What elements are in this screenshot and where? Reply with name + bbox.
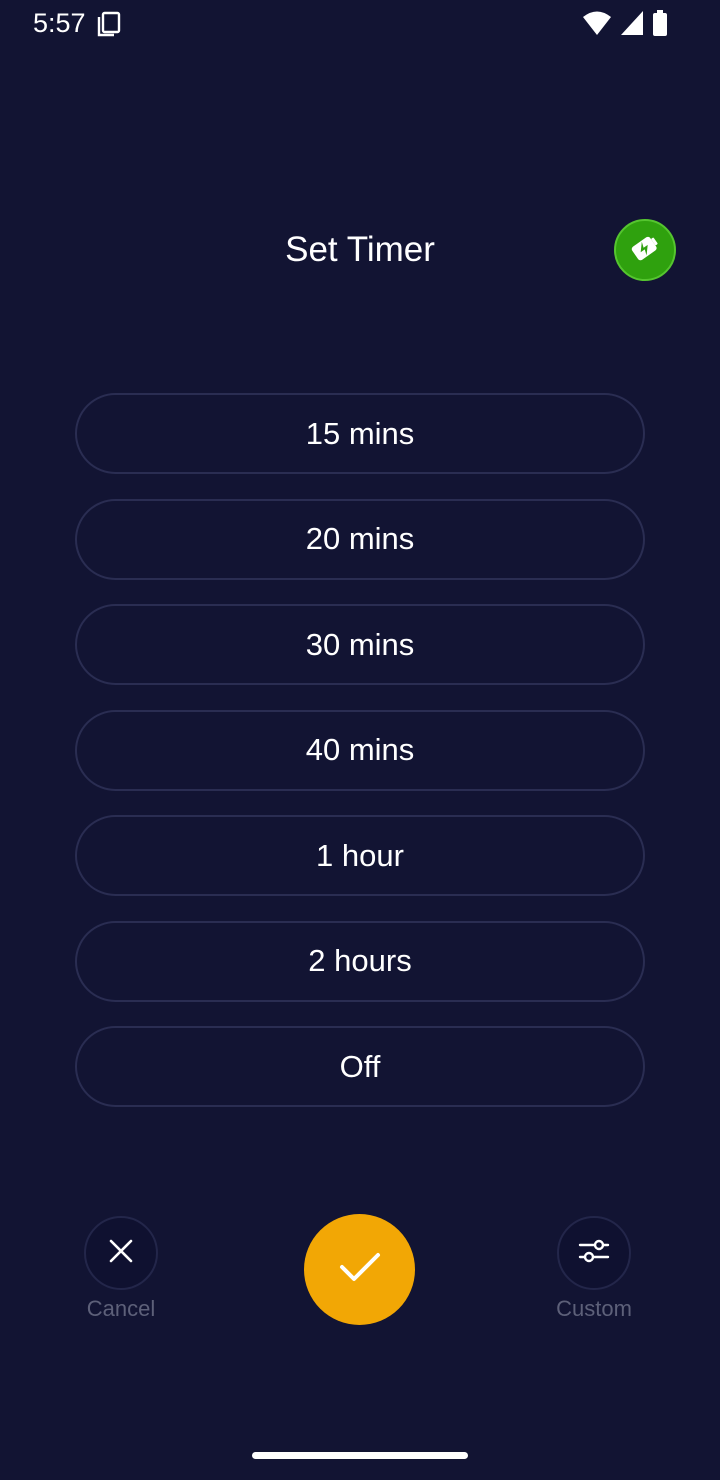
option-off[interactable]: Off <box>75 1026 645 1107</box>
signal-icon <box>620 10 644 41</box>
timer-options-list: 15 mins 20 mins 30 mins 40 mins 1 hour 2… <box>75 393 645 1132</box>
custom-button[interactable] <box>557 1216 631 1290</box>
option-2-hours[interactable]: 2 hours <box>75 920 645 1002</box>
status-icons <box>582 10 668 41</box>
cancel-button[interactable] <box>84 1216 158 1290</box>
option-1-hour[interactable]: 1 hour <box>75 815 645 896</box>
check-icon <box>338 1250 382 1289</box>
close-icon <box>108 1238 134 1269</box>
home-indicator[interactable] <box>252 1452 468 1459</box>
sim-card-icon <box>96 11 122 37</box>
option-15-mins[interactable]: 15 mins <box>75 393 645 474</box>
confirm-button[interactable] <box>304 1214 415 1325</box>
battery-boost-button[interactable] <box>614 219 676 281</box>
battery-bolt-icon <box>627 230 663 271</box>
option-20-mins[interactable]: 20 mins <box>75 498 645 580</box>
cancel-label: Cancel <box>86 1296 156 1321</box>
wifi-icon <box>582 10 612 41</box>
set-timer-screen: 5:57 Set Timer 15 mins 20 mins 30 mins 4… <box>0 0 720 1480</box>
status-bar: 5:57 <box>0 0 720 50</box>
page-title: Set Timer <box>285 230 435 269</box>
sliders-icon <box>578 1235 610 1272</box>
status-time: 5:57 <box>33 8 86 38</box>
custom-label: Custom <box>556 1296 632 1321</box>
battery-icon <box>652 10 668 41</box>
option-30-mins[interactable]: 30 mins <box>75 604 645 685</box>
option-40-mins[interactable]: 40 mins <box>75 709 645 791</box>
